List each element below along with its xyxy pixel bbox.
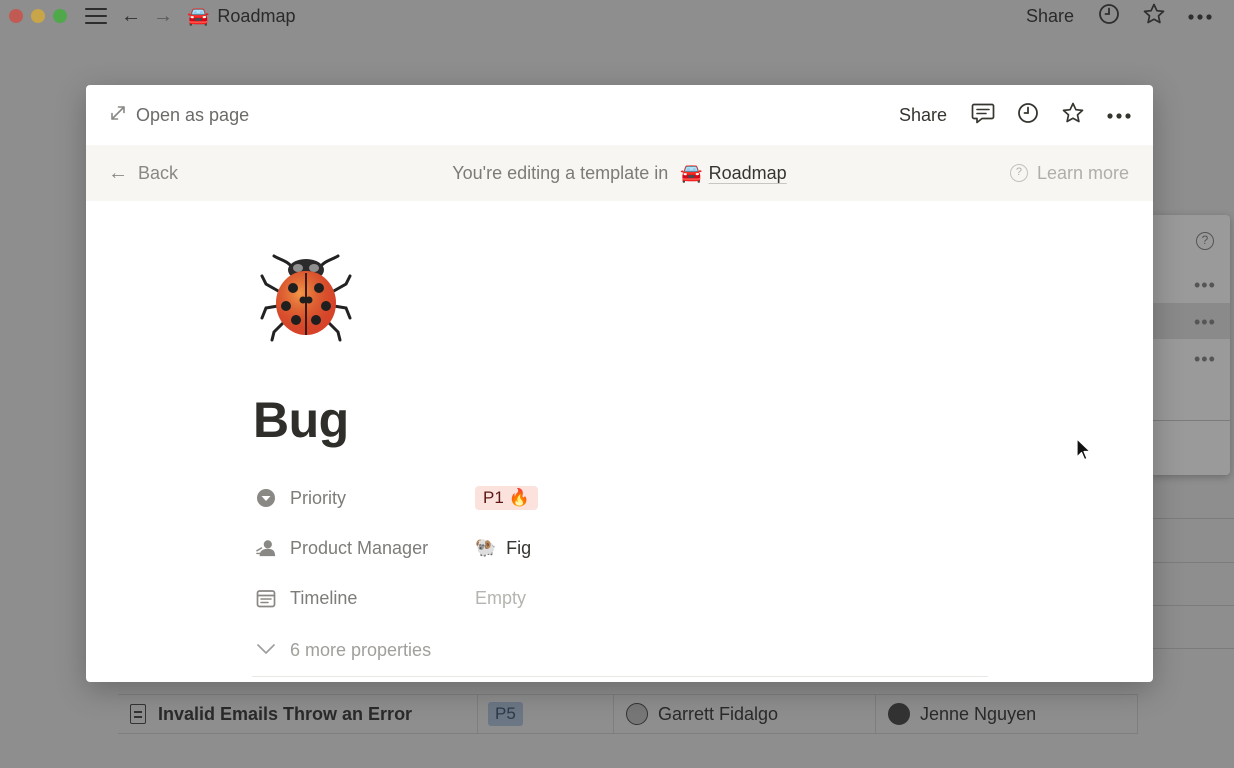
- more-options-icon[interactable]: [1188, 7, 1212, 25]
- open-as-page-button[interactable]: Open as page: [110, 105, 249, 126]
- help-icon: ?: [1009, 164, 1028, 182]
- zoom-window-button[interactable]: [53, 9, 67, 23]
- share-button[interactable]: Share: [899, 105, 947, 126]
- property-label: Product Manager: [290, 537, 429, 558]
- background-selected-row: [1152, 303, 1230, 339]
- sidebar-toggle-icon[interactable]: [85, 8, 107, 24]
- row-title-cell[interactable]: Invalid Emails Throw an Error: [118, 694, 478, 734]
- divider: [1152, 605, 1234, 606]
- database-emoji-icon: 🚘: [680, 162, 703, 183]
- engineer-name: Jenne Nguyen: [920, 703, 1037, 724]
- template-banner: ← Back You're editing a template in 🚘 Ro…: [86, 145, 1153, 201]
- row-pm-cell[interactable]: Garrett Fidalgo: [614, 694, 876, 734]
- property-row-product-manager[interactable]: Product Manager 🐏 Fig: [256, 523, 956, 573]
- expand-icon: [110, 105, 126, 126]
- template-notice-text: You're editing a template in: [452, 162, 669, 183]
- chevron-down-icon: [256, 641, 276, 659]
- pm-name: Garrett Fidalgo: [658, 703, 779, 724]
- property-value[interactable]: 🐏 Fig: [475, 538, 531, 559]
- avatar: [888, 703, 910, 725]
- property-row-timeline[interactable]: Timeline Empty: [256, 573, 956, 623]
- property-value[interactable]: P1 🔥: [475, 486, 538, 510]
- empty-value: Empty: [475, 587, 527, 608]
- properties-list: Priority P1 🔥 Product Manager 🐏 Fig Time…: [256, 473, 956, 675]
- calendar-icon: [256, 588, 276, 608]
- more-properties-toggle[interactable]: 6 more properties: [256, 625, 956, 675]
- background-panel: [1150, 215, 1230, 475]
- back-button[interactable]: ← Back: [108, 162, 178, 185]
- more-properties-label: 6 more properties: [290, 639, 432, 660]
- more-options-icon[interactable]: [1107, 106, 1131, 124]
- favorite-star-icon[interactable]: [1142, 2, 1166, 31]
- row-more-icon[interactable]: •••: [1194, 313, 1216, 331]
- traffic-lights: [9, 9, 67, 23]
- priority-icon: [256, 488, 276, 508]
- row-engineer-cell[interactable]: Jenne Nguyen: [876, 694, 1138, 734]
- database-link[interactable]: Roadmap: [709, 163, 787, 184]
- property-name[interactable]: Product Manager: [256, 538, 475, 559]
- person-name: Fig: [506, 537, 532, 558]
- back-arrow-icon[interactable]: ←: [121, 6, 141, 26]
- learn-more-label: Learn more: [1036, 162, 1129, 183]
- page-icon-ladybug[interactable]: [258, 248, 354, 349]
- modal-topbar: Open as page Share: [86, 85, 1153, 145]
- learn-more-link[interactable]: ? Learn more: [1009, 145, 1129, 201]
- ram-emoji-icon: 🐏: [475, 538, 497, 557]
- row-more-icon[interactable]: •••: [1194, 350, 1216, 368]
- updates-clock-icon[interactable]: [1098, 3, 1120, 30]
- property-row-priority[interactable]: Priority P1 🔥: [256, 473, 956, 523]
- minimize-window-button[interactable]: [31, 9, 45, 23]
- property-label: Priority: [290, 487, 347, 508]
- priority-tag: P1 🔥: [475, 486, 538, 510]
- window-share-button[interactable]: Share: [1026, 6, 1074, 27]
- window-titlebar: ← → 🚘 Roadmap Share: [0, 0, 1234, 32]
- breadcrumb-page-title[interactable]: Roadmap: [217, 6, 295, 27]
- back-label: Back: [138, 162, 179, 183]
- row-more-icon[interactable]: •••: [1194, 276, 1216, 294]
- forward-arrow-icon[interactable]: →: [153, 6, 173, 26]
- help-icon[interactable]: ?: [1196, 232, 1214, 250]
- document-icon: [130, 704, 146, 724]
- page-emoji-icon: 🚘: [187, 5, 210, 26]
- page-title[interactable]: Bug: [253, 391, 349, 449]
- divider: [1152, 648, 1234, 649]
- property-value[interactable]: Empty: [475, 588, 526, 609]
- mouse-cursor-icon: [1076, 438, 1092, 467]
- favorite-star-icon[interactable]: [1061, 101, 1085, 130]
- divider: [252, 676, 988, 677]
- avatar: [626, 703, 648, 725]
- person-icon: [256, 538, 276, 558]
- row-priority-cell[interactable]: P5: [478, 694, 614, 734]
- row-title: Invalid Emails Throw an Error: [158, 703, 413, 724]
- table-row[interactable]: Invalid Emails Throw an Error P5 Garrett…: [118, 694, 1138, 734]
- close-window-button[interactable]: [9, 9, 23, 23]
- comment-icon[interactable]: [971, 102, 995, 129]
- divider: [1152, 518, 1234, 519]
- priority-tag: P5: [488, 702, 523, 726]
- property-label: Timeline: [290, 587, 358, 608]
- template-notice: You're editing a template in 🚘 Roadmap: [86, 145, 1153, 201]
- divider: [1152, 420, 1230, 421]
- divider: [1152, 562, 1234, 563]
- property-name[interactable]: Priority: [256, 488, 475, 509]
- back-arrow-icon: ←: [108, 161, 128, 184]
- updates-clock-icon[interactable]: [1017, 102, 1039, 129]
- template-editor-modal: Open as page Share ← Back You're editing…: [86, 85, 1153, 682]
- property-name[interactable]: Timeline: [256, 588, 475, 609]
- open-as-page-label: Open as page: [136, 104, 250, 125]
